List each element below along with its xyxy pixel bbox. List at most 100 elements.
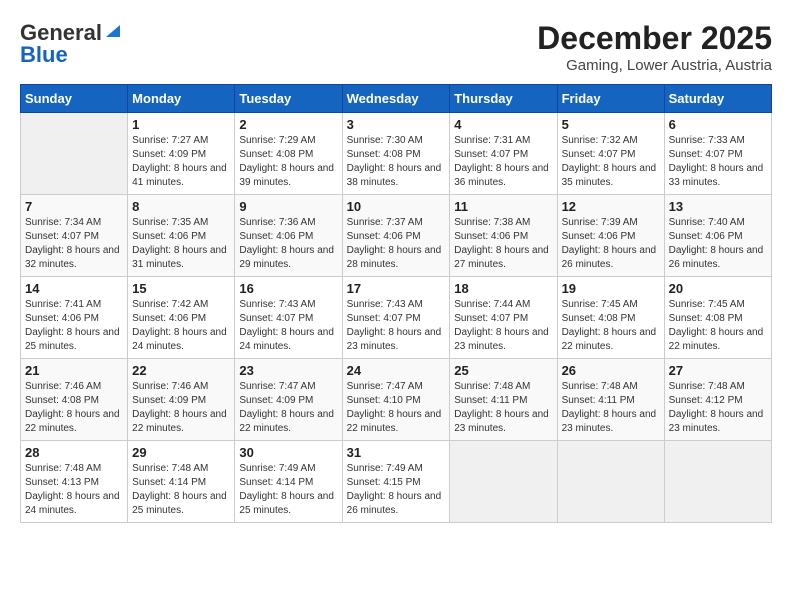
day-number: 20 bbox=[669, 281, 767, 296]
day-number: 5 bbox=[562, 117, 660, 132]
day-info: Sunrise: 7:42 AMSunset: 4:06 PMDaylight:… bbox=[132, 298, 230, 354]
weekday-header-saturday: Saturday bbox=[664, 85, 771, 113]
day-info: Sunrise: 7:32 AMSunset: 4:07 PMDaylight:… bbox=[562, 134, 660, 190]
day-number: 9 bbox=[239, 199, 337, 214]
calendar-day-cell: 13Sunrise: 7:40 AMSunset: 4:06 PMDayligh… bbox=[664, 195, 771, 277]
day-info: Sunrise: 7:46 AMSunset: 4:09 PMDaylight:… bbox=[132, 380, 230, 436]
logo: General Blue bbox=[20, 20, 122, 68]
calendar-day-cell: 9 Sunrise: 7:36 AMSunset: 4:06 PMDaylight… bbox=[235, 195, 342, 277]
weekday-header-friday: Friday bbox=[557, 85, 664, 113]
calendar-day-cell: 28 Sunrise: 7:48 AMSunset: 4:13 PMDayligh… bbox=[21, 441, 128, 523]
logo-blue-text: Blue bbox=[20, 42, 68, 68]
calendar-day-cell: 25 Sunrise: 7:48 AMSunset: 4:11 PMDayligh… bbox=[450, 359, 557, 441]
calendar-day-cell: 8 Sunrise: 7:35 AMSunset: 4:06 PMDaylight… bbox=[128, 195, 235, 277]
day-info: Sunrise: 7:48 AMSunset: 4:11 PMDaylight:… bbox=[454, 380, 552, 436]
day-number: 4 bbox=[454, 117, 552, 132]
calendar-day-cell bbox=[450, 441, 557, 523]
day-info: Sunrise: 7:47 AMSunset: 4:10 PMDaylight:… bbox=[347, 380, 446, 436]
calendar-day-cell: 5 Sunrise: 7:32 AMSunset: 4:07 PMDaylight… bbox=[557, 113, 664, 195]
calendar-day-cell: 1 Sunrise: 7:27 AMSunset: 4:09 PMDaylight… bbox=[128, 113, 235, 195]
day-info: Sunrise: 7:36 AMSunset: 4:06 PMDaylight:… bbox=[239, 216, 337, 272]
day-info: Sunrise: 7:35 AMSunset: 4:06 PMDaylight:… bbox=[132, 216, 230, 272]
calendar-day-cell: 18 Sunrise: 7:44 AMSunset: 4:07 PMDayligh… bbox=[450, 277, 557, 359]
calendar-week-row: 14 Sunrise: 7:41 AMSunset: 4:06 PMDayligh… bbox=[21, 277, 772, 359]
day-number: 19 bbox=[562, 281, 660, 296]
day-number: 23 bbox=[239, 363, 337, 378]
day-number: 21 bbox=[25, 363, 123, 378]
calendar-day-cell: 22 Sunrise: 7:46 AMSunset: 4:09 PMDayligh… bbox=[128, 359, 235, 441]
calendar-day-cell bbox=[21, 113, 128, 195]
calendar-day-cell: 27 Sunrise: 7:48 AMSunset: 4:12 PMDayligh… bbox=[664, 359, 771, 441]
calendar-day-cell bbox=[557, 441, 664, 523]
calendar-day-cell: 4 Sunrise: 7:31 AMSunset: 4:07 PMDaylight… bbox=[450, 113, 557, 195]
day-info: Sunrise: 7:39 AMSunset: 4:06 PMDaylight:… bbox=[562, 216, 660, 272]
calendar-day-cell: 10Sunrise: 7:37 AMSunset: 4:06 PMDayligh… bbox=[342, 195, 450, 277]
day-info: Sunrise: 7:34 AMSunset: 4:07 PMDaylight:… bbox=[25, 216, 123, 272]
day-info: Sunrise: 7:38 AMSunset: 4:06 PMDaylight:… bbox=[454, 216, 552, 272]
day-number: 15 bbox=[132, 281, 230, 296]
day-number: 10 bbox=[347, 199, 446, 214]
calendar-week-row: 1 Sunrise: 7:27 AMSunset: 4:09 PMDaylight… bbox=[21, 113, 772, 195]
day-info: Sunrise: 7:48 AMSunset: 4:14 PMDaylight:… bbox=[132, 462, 230, 518]
location-title: Gaming, Lower Austria, Austria bbox=[537, 57, 772, 74]
day-info: Sunrise: 7:43 AMSunset: 4:07 PMDaylight:… bbox=[347, 298, 446, 354]
day-number: 17 bbox=[347, 281, 446, 296]
day-number: 7 bbox=[25, 199, 123, 214]
calendar-day-cell: 23 Sunrise: 7:47 AMSunset: 4:09 PMDayligh… bbox=[235, 359, 342, 441]
calendar-week-row: 21 Sunrise: 7:46 AMSunset: 4:08 PMDayligh… bbox=[21, 359, 772, 441]
calendar-day-cell: 29 Sunrise: 7:48 AMSunset: 4:14 PMDayligh… bbox=[128, 441, 235, 523]
day-number: 2 bbox=[239, 117, 337, 132]
day-number: 3 bbox=[347, 117, 446, 132]
day-number: 22 bbox=[132, 363, 230, 378]
day-number: 27 bbox=[669, 363, 767, 378]
day-info: Sunrise: 7:29 AMSunset: 4:08 PMDaylight:… bbox=[239, 134, 337, 190]
day-info: Sunrise: 7:33 AMSunset: 4:07 PMDaylight:… bbox=[669, 134, 767, 190]
day-number: 25 bbox=[454, 363, 552, 378]
day-info: Sunrise: 7:30 AMSunset: 4:08 PMDaylight:… bbox=[347, 134, 446, 190]
day-info: Sunrise: 7:44 AMSunset: 4:07 PMDaylight:… bbox=[454, 298, 552, 354]
calendar-day-cell: 17 Sunrise: 7:43 AMSunset: 4:07 PMDayligh… bbox=[342, 277, 450, 359]
logo-triangle-icon bbox=[104, 23, 122, 44]
day-number: 18 bbox=[454, 281, 552, 296]
weekday-header-sunday: Sunday bbox=[21, 85, 128, 113]
day-number: 14 bbox=[25, 281, 123, 296]
calendar-day-cell: 6Sunrise: 7:33 AMSunset: 4:07 PMDaylight… bbox=[664, 113, 771, 195]
day-info: Sunrise: 7:27 AMSunset: 4:09 PMDaylight:… bbox=[132, 134, 230, 190]
day-info: Sunrise: 7:46 AMSunset: 4:08 PMDaylight:… bbox=[25, 380, 123, 436]
day-info: Sunrise: 7:47 AMSunset: 4:09 PMDaylight:… bbox=[239, 380, 337, 436]
calendar-day-cell: 15 Sunrise: 7:42 AMSunset: 4:06 PMDayligh… bbox=[128, 277, 235, 359]
calendar-week-row: 28 Sunrise: 7:48 AMSunset: 4:13 PMDayligh… bbox=[21, 441, 772, 523]
calendar-day-cell: 2 Sunrise: 7:29 AMSunset: 4:08 PMDaylight… bbox=[235, 113, 342, 195]
day-info: Sunrise: 7:48 AMSunset: 4:11 PMDaylight:… bbox=[562, 380, 660, 436]
day-number: 30 bbox=[239, 445, 337, 460]
page-header: General Blue December 2025 Gaming, Lower… bbox=[20, 20, 772, 74]
calendar-day-cell: 11Sunrise: 7:38 AMSunset: 4:06 PMDayligh… bbox=[450, 195, 557, 277]
day-number: 1 bbox=[132, 117, 230, 132]
calendar-day-cell: 20 Sunrise: 7:45 AMSunset: 4:08 PMDayligh… bbox=[664, 277, 771, 359]
day-number: 8 bbox=[132, 199, 230, 214]
day-number: 13 bbox=[669, 199, 767, 214]
day-number: 29 bbox=[132, 445, 230, 460]
title-area: December 2025 Gaming, Lower Austria, Aus… bbox=[537, 20, 772, 74]
day-info: Sunrise: 7:49 AMSunset: 4:14 PMDaylight:… bbox=[239, 462, 337, 518]
day-number: 28 bbox=[25, 445, 123, 460]
calendar-day-cell: 16 Sunrise: 7:43 AMSunset: 4:07 PMDayligh… bbox=[235, 277, 342, 359]
calendar-week-row: 7 Sunrise: 7:34 AMSunset: 4:07 PMDaylight… bbox=[21, 195, 772, 277]
day-number: 24 bbox=[347, 363, 446, 378]
day-info: Sunrise: 7:49 AMSunset: 4:15 PMDaylight:… bbox=[347, 462, 446, 518]
calendar-day-cell: 30 Sunrise: 7:49 AMSunset: 4:14 PMDayligh… bbox=[235, 441, 342, 523]
day-number: 12 bbox=[562, 199, 660, 214]
weekday-header-row: SundayMondayTuesdayWednesdayThursdayFrid… bbox=[21, 85, 772, 113]
day-info: Sunrise: 7:43 AMSunset: 4:07 PMDaylight:… bbox=[239, 298, 337, 354]
day-info: Sunrise: 7:41 AMSunset: 4:06 PMDaylight:… bbox=[25, 298, 123, 354]
calendar-day-cell: 21 Sunrise: 7:46 AMSunset: 4:08 PMDayligh… bbox=[21, 359, 128, 441]
calendar-day-cell: 12 Sunrise: 7:39 AMSunset: 4:06 PMDayligh… bbox=[557, 195, 664, 277]
weekday-header-monday: Monday bbox=[128, 85, 235, 113]
month-title: December 2025 bbox=[537, 20, 772, 57]
day-info: Sunrise: 7:48 AMSunset: 4:13 PMDaylight:… bbox=[25, 462, 123, 518]
day-info: Sunrise: 7:48 AMSunset: 4:12 PMDaylight:… bbox=[669, 380, 767, 436]
day-number: 16 bbox=[239, 281, 337, 296]
weekday-header-thursday: Thursday bbox=[450, 85, 557, 113]
day-info: Sunrise: 7:45 AMSunset: 4:08 PMDaylight:… bbox=[669, 298, 767, 354]
day-info: Sunrise: 7:31 AMSunset: 4:07 PMDaylight:… bbox=[454, 134, 552, 190]
